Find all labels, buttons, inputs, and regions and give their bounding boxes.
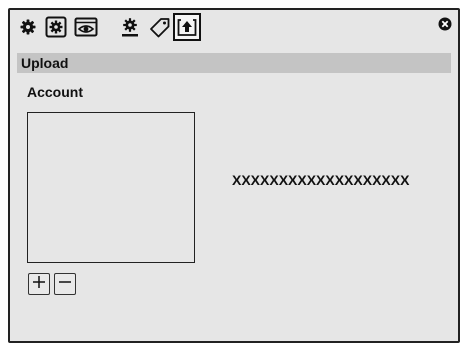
user-settings-icon [119,16,141,38]
advanced-tab[interactable] [42,13,70,41]
preferences-window: Upload Account XXXXXXXXXXXXXXXXXXX [8,8,460,343]
tags-tab[interactable] [146,13,174,41]
upload-tab[interactable] [173,13,201,41]
gear-icon [18,17,38,37]
upload-icon [177,17,197,37]
add-account-button[interactable] [28,273,50,295]
remove-account-button[interactable] [54,273,76,295]
section-title: Upload [17,53,451,73]
preview-tab[interactable] [72,13,100,41]
eye-icon [74,16,98,38]
plus-icon [32,275,46,294]
toolbar [10,10,458,46]
account-tab[interactable] [116,13,144,41]
tag-icon [149,16,171,38]
account-name: XXXXXXXXXXXXXXXXXXX [232,172,410,188]
account-label: Account [27,84,83,100]
general-tab[interactable] [14,13,42,41]
settings-icon [45,16,67,38]
close-button[interactable] [436,17,454,35]
close-icon [438,17,452,36]
account-list[interactable] [27,112,195,263]
minus-icon [58,275,72,294]
